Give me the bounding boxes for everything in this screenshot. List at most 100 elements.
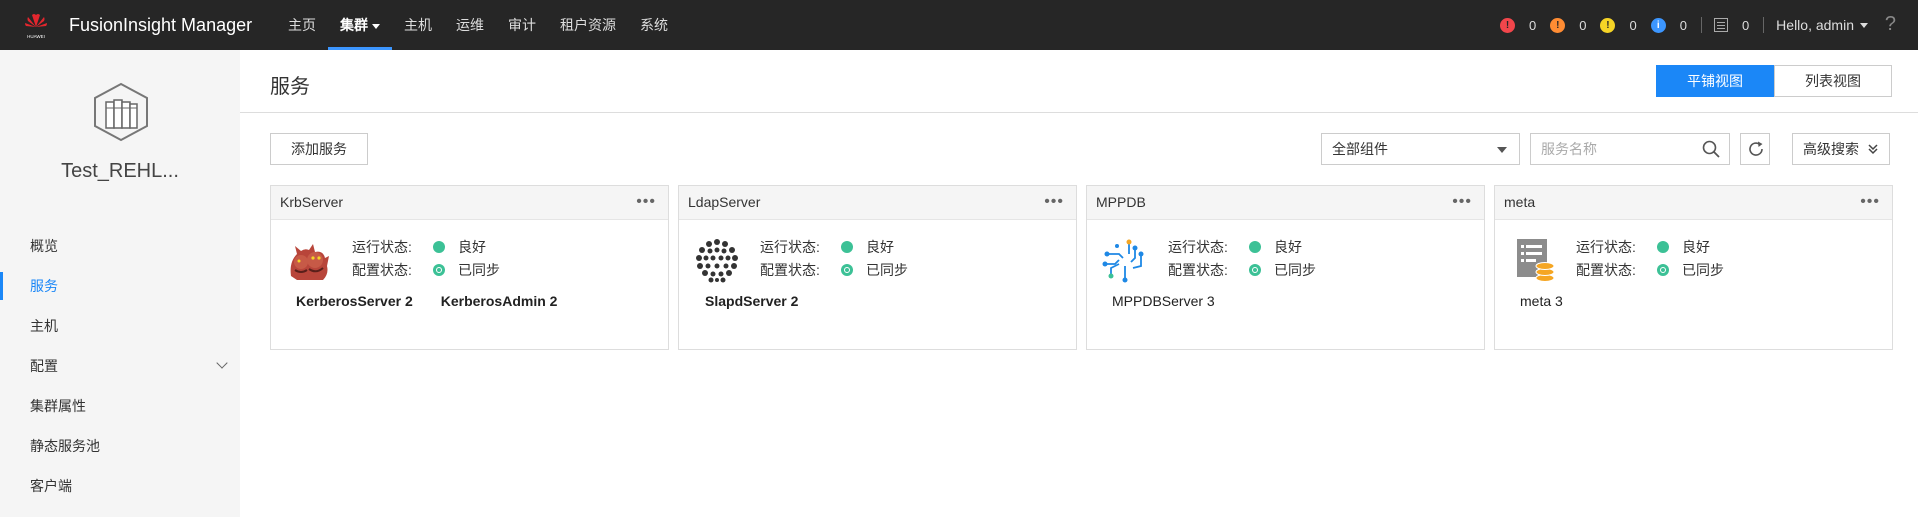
sidebar: Test_REHL... 概览 服务 主机 配置 集群属性 静态服务池 客户端 [0,50,240,517]
service-name[interactable]: MPPDB [1096,194,1146,210]
task-list-icon [1713,18,1728,32]
major-alarm[interactable]: ! 0 [1550,17,1587,33]
more-options-icon[interactable]: ••• [636,186,656,218]
warning-alarm-count: 0 [1679,17,1687,33]
cluster-name: Test_REHL... [61,160,179,182]
task-summary[interactable]: 0 [1702,18,1749,33]
role-instance[interactable]: MPPDBServer 3 [1112,293,1215,309]
divider [1763,17,1765,33]
role-instance[interactable]: meta 3 [1520,293,1563,309]
service-card-mppdb[interactable]: MPPDB ••• 运行状态: 良好 配置状态: 已同步 MPPDBServer… [1086,185,1485,350]
running-status-label: 运行状态: [352,239,412,255]
chevron-down-icon [372,23,380,29]
service-name[interactable]: LdapServer [688,194,760,210]
role-instance[interactable]: KerberosServer 2 [296,293,413,309]
config-status: 配置状态: 已同步 [1168,260,1316,280]
role-list: SlapdServer 2 [705,293,826,309]
running-status-value: 良好 [1274,239,1302,255]
nav-system[interactable]: 系统 [628,0,680,50]
double-chevron-down-icon [1868,144,1878,155]
more-options-icon[interactable]: ••• [1452,186,1472,218]
card-header: meta ••• [1495,186,1892,220]
warning-alarm[interactable]: i 0 [1650,17,1687,33]
config-status-value: 已同步 [866,262,908,278]
main-nav: 主页 集群 主机 运维 审计 租户资源 系统 [276,0,680,50]
service-search-input[interactable] [1531,134,1691,164]
running-status-label: 运行状态: [1168,239,1228,255]
advanced-search-button[interactable]: 高级搜索 [1792,133,1890,165]
role-instance[interactable]: SlapdServer 2 [705,293,798,309]
config-status-label: 配置状态: [1576,262,1636,278]
minor-alarm[interactable]: ! 0 [1600,17,1637,33]
role-instance[interactable]: KerberosAdmin 2 [441,293,558,309]
major-alarm-count: 0 [1579,17,1587,33]
minor-alarm-count: 0 [1629,17,1637,33]
critical-alarm-count: 0 [1529,17,1537,33]
cluster-icon [94,82,148,142]
dropdown-arrow-icon [1497,147,1507,153]
sidebar-item-cluster-properties[interactable]: 集群属性 [0,386,240,426]
role-list: KerberosServer 2 KerberosAdmin 2 [296,293,585,309]
nav-cluster-label: 集群 [340,17,368,33]
synced-icon [1657,264,1669,276]
service-card-krbserver[interactable]: KrbServer ••• 运行状态: 良好 配置状态: 已同步 Kerbero… [270,185,669,350]
nav-audit[interactable]: 审计 [496,0,548,50]
alarm-summary: ! 0 ! 0 ! 0 i 0 0 Hello, admin [1486,0,1868,50]
config-status-label: 配置状态: [352,262,412,278]
status-good-icon [1249,241,1261,253]
role-list: meta 3 [1520,293,1591,309]
critical-alarm-icon: ! [1500,17,1515,33]
service-name[interactable]: KrbServer [280,194,343,210]
config-status-label: 配置状态: [1168,262,1228,278]
view-toggle: 平铺视图 列表视图 [1656,65,1892,97]
list-view-button[interactable]: 列表视图 [1774,65,1892,97]
config-status: 配置状态: 已同步 [760,260,908,280]
top-navigation-bar: HUAWEI FusionInsight Manager 主页 集群 主机 运维… [0,0,1918,50]
config-status-label: 配置状态: [760,262,820,278]
nav-hosts[interactable]: 主机 [392,0,444,50]
running-status: 运行状态: 良好 [352,237,486,257]
sidebar-item-static-pool[interactable]: 静态服务池 [0,426,240,466]
config-status-value: 已同步 [1274,262,1316,278]
more-options-icon[interactable]: ••• [1860,186,1880,218]
card-header: MPPDB ••• [1087,186,1484,220]
kerberos-icon [290,244,329,280]
help-icon[interactable]: ? [1885,13,1896,36]
running-status-value: 良好 [866,239,894,255]
major-alarm-icon: ! [1550,17,1566,33]
nav-home[interactable]: 主页 [276,0,328,50]
running-status-value: 良好 [458,239,486,255]
component-filter-select[interactable]: 全部组件 [1321,133,1520,165]
service-name[interactable]: meta [1504,194,1535,210]
config-status: 配置状态: 已同步 [352,260,500,280]
huawei-logo[interactable]: HUAWEI [22,11,50,41]
nav-tenant[interactable]: 租户资源 [548,0,628,50]
task-count: 0 [1741,17,1750,33]
more-options-icon[interactable]: ••• [1044,186,1064,218]
config-status-value: 已同步 [458,262,500,278]
meta-database-icon [1517,239,1555,282]
running-status-label: 运行状态: [1576,239,1636,255]
refresh-button[interactable] [1740,133,1770,165]
sidebar-item-client[interactable]: 客户端 [0,466,240,506]
sidebar-item-config[interactable]: 配置 [0,346,240,386]
sidebar-item-overview[interactable]: 概览 [0,226,240,266]
sidebar-item-hosts[interactable]: 主机 [0,306,240,346]
config-status-value: 已同步 [1682,262,1724,278]
service-card-meta[interactable]: meta ••• 运行状态: 良好 配置状态: 已同步 meta 3 [1494,185,1893,350]
user-menu[interactable]: Hello, admin [1776,17,1868,33]
service-card-ldapserver[interactable]: LdapServer ••• 运行状态: 良好 配置状态: 已同步 SlapdS… [678,185,1077,350]
product-title: FusionInsight Manager [69,15,253,35]
critical-alarm[interactable]: ! 0 [1500,17,1537,33]
warning-alarm-icon: i [1650,17,1666,33]
sidebar-item-services[interactable]: 服务 [0,266,240,306]
running-status-label: 运行状态: [760,239,820,255]
mppdb-circuit-icon [1102,239,1144,283]
tile-view-button[interactable]: 平铺视图 [1656,65,1774,97]
card-header: LdapServer ••• [679,186,1076,220]
nav-cluster[interactable]: 集群 [328,0,392,50]
nav-om[interactable]: 运维 [444,0,496,50]
header-divider [240,112,1918,113]
add-service-button[interactable]: 添加服务 [270,133,368,165]
search-icon[interactable] [1702,140,1720,158]
